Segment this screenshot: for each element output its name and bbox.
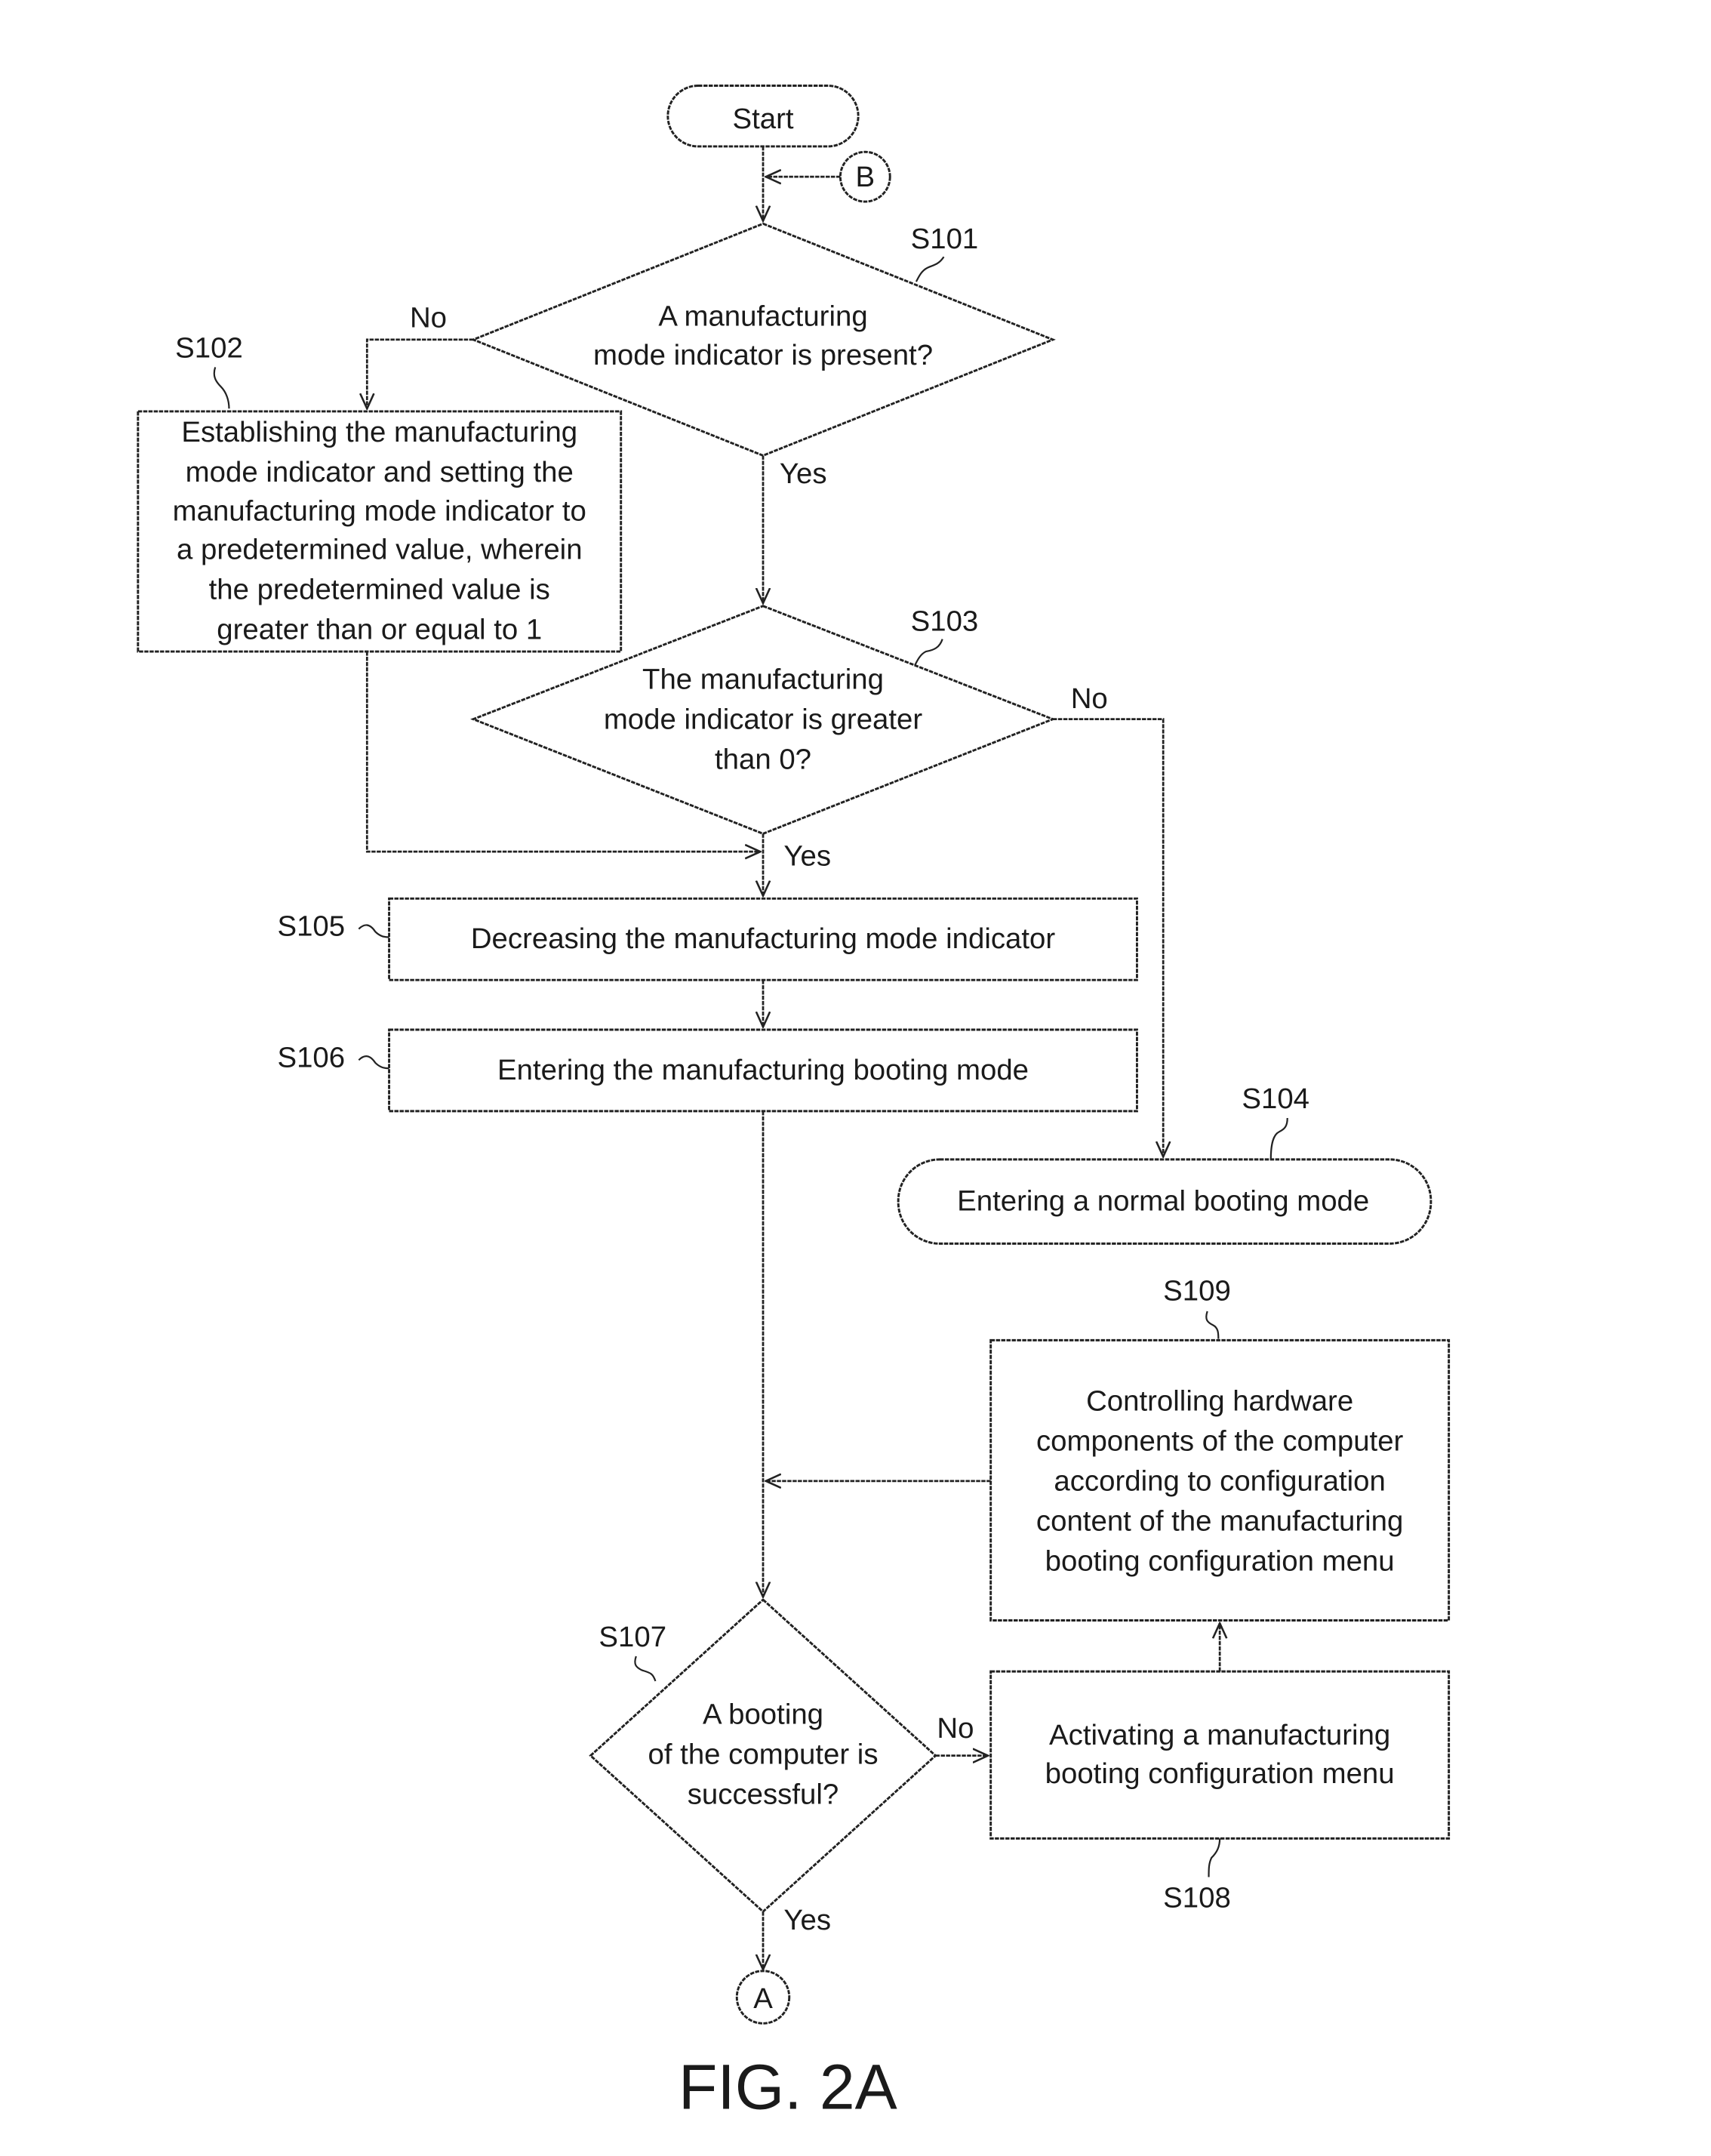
s101-yes-label: Yes: [780, 457, 827, 490]
s107-line-2: of the computer is: [648, 1739, 879, 1771]
process-s106: Entering the manufacturing booting mode: [388, 1028, 1138, 1113]
s107-no-label: No: [937, 1712, 974, 1745]
s102-line-5: the predetermined value is: [209, 574, 550, 606]
s101-no-label: No: [410, 301, 447, 334]
s105-label: Decreasing the manufacturing mode indica…: [471, 922, 1056, 955]
terminal-s104: Entering a normal booting mode: [897, 1158, 1433, 1245]
s101-leader: [915, 256, 945, 282]
s103-line-1: The manufacturing: [642, 663, 884, 695]
s101-step-id: S101: [911, 223, 979, 255]
s104-step-id: S104: [1242, 1083, 1309, 1115]
s109-line-4: content of the manufacturing: [1036, 1505, 1403, 1538]
s103-leader: [914, 639, 943, 666]
s109-line-2: components of the computer: [1036, 1425, 1404, 1458]
s102-leader: [213, 367, 230, 409]
connector-a: A: [735, 1970, 791, 2025]
connector-b-label: B: [855, 161, 875, 193]
start-node: Start: [666, 85, 860, 148]
process-s108: Activating a manufacturing booting confi…: [989, 1670, 1451, 1840]
s107-step-id: S107: [599, 1621, 666, 1653]
s108-line-1: Activating a manufacturing: [1049, 1719, 1390, 1751]
s107-line-1: A booting: [703, 1699, 823, 1731]
s102-step-id: S102: [175, 332, 243, 365]
s102-line-3: manufacturing mode indicator to: [173, 494, 586, 527]
flowchart: Start B A manufacturing mode indicator i…: [137, 85, 1451, 2123]
s106-label: Entering the manufacturing booting mode: [497, 1054, 1029, 1086]
process-s109: Controlling hardware components of the c…: [989, 1338, 1451, 1622]
s104-label: Entering a normal booting mode: [957, 1185, 1369, 1218]
start-label: Start: [732, 103, 793, 135]
s109-line-1: Controlling hardware: [1086, 1385, 1353, 1418]
s103-line-3: than 0?: [715, 743, 811, 775]
edge-s101-no: [367, 338, 474, 408]
s102-line-4: a predetermined value, wherein: [177, 534, 583, 566]
s102-line-1: Establishing the manufacturing: [181, 416, 577, 448]
s109-line-5: booting configuration menu: [1045, 1545, 1395, 1578]
s108-step-id: S108: [1163, 1882, 1231, 1914]
s108-line-2: booting configuration menu: [1045, 1757, 1395, 1790]
s101-line-1: A manufacturing: [658, 300, 867, 333]
s107-line-3: successful?: [688, 1779, 839, 1811]
process-s105: Decreasing the manufacturing mode indica…: [388, 897, 1138, 981]
s102-line-2: mode indicator and setting the: [186, 456, 574, 488]
s103-yes-label: Yes: [783, 839, 831, 872]
s105-leader: [358, 924, 389, 938]
s102-line-6: greater than or equal to 1: [217, 614, 542, 646]
s104-leader: [1269, 1118, 1288, 1160]
figure-caption: FIG. 2A: [679, 2052, 897, 2123]
s103-no-label: No: [1071, 682, 1108, 715]
s109-leader: [1205, 1311, 1220, 1339]
process-s102: Establishing the manufacturing mode indi…: [137, 410, 623, 653]
s103-line-2: mode indicator is greater: [604, 703, 923, 735]
s106-step-id: S106: [277, 1041, 345, 1073]
s107-leader: [634, 1656, 657, 1682]
connector-b: B: [839, 150, 891, 203]
connector-a-label: A: [753, 1982, 773, 2015]
s107-yes-label: Yes: [783, 1904, 831, 1936]
s109-line-3: according to configuration: [1054, 1465, 1385, 1498]
s106-leader: [358, 1055, 389, 1070]
s105-step-id: S105: [277, 910, 345, 943]
s103-step-id: S103: [911, 605, 979, 638]
s108-leader: [1208, 1838, 1221, 1877]
s109-step-id: S109: [1163, 1274, 1231, 1307]
s101-line-2: mode indicator is present?: [593, 339, 933, 371]
